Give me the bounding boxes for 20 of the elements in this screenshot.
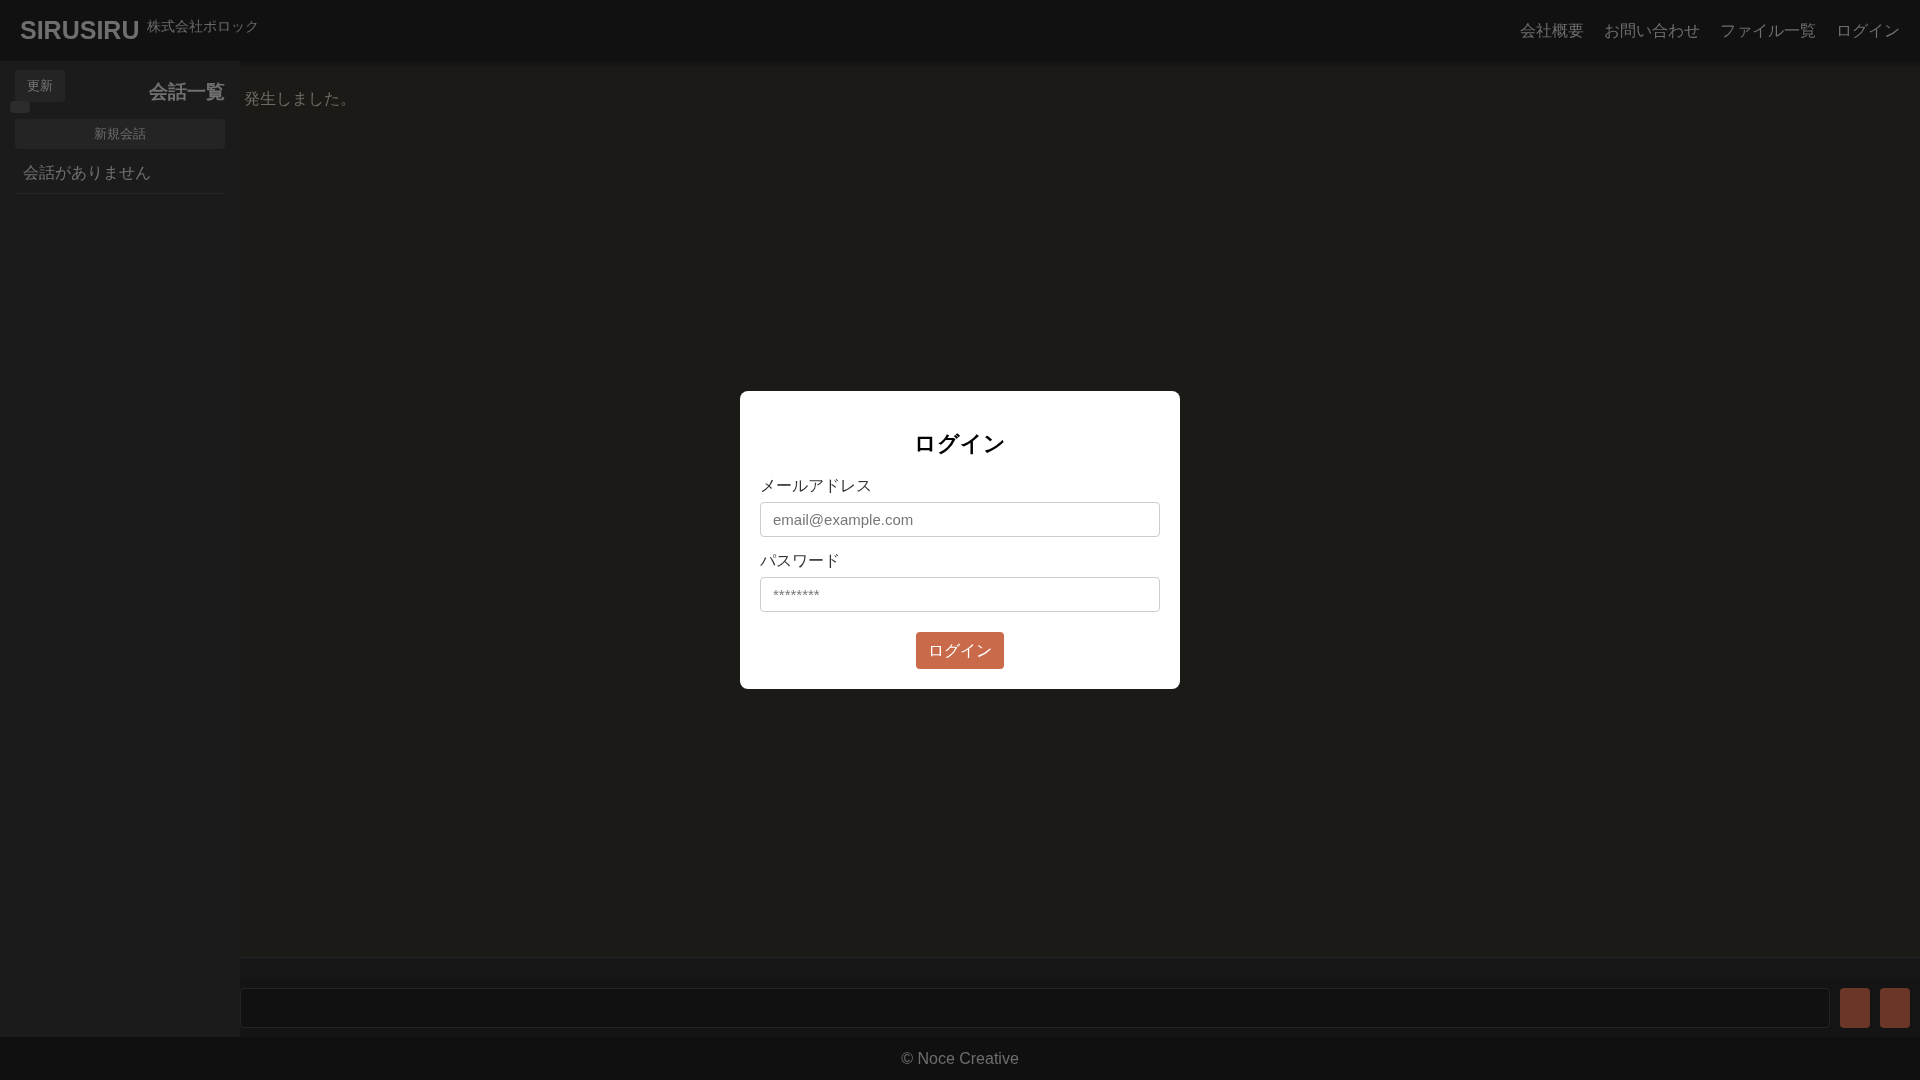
action-button[interactable] <box>1840 988 1870 1028</box>
nav-link[interactable]: 会社概要 <box>1520 18 1584 43</box>
input-field[interactable]: ******** <box>760 577 1160 612</box>
field-label: メールアドレス <box>760 476 873 496</box>
sidebar-title: 会話一覧 <box>149 80 225 104</box>
dialog-title: ログイン <box>913 430 1007 458</box>
error-message: 発生しました。 <box>244 90 356 107</box>
input-field[interactable]: email@example.com <box>760 502 1160 537</box>
refresh-button[interactable]: 更新 <box>15 70 65 102</box>
action-button[interactable] <box>1880 988 1910 1028</box>
nav-link[interactable]: ファイル一覧 <box>1720 18 1816 43</box>
copyright-text: © Noce Creative <box>901 1048 1019 1069</box>
new-conversation-button[interactable]: 新規会話 <box>15 118 225 149</box>
company-name: 株式会社ポロック <box>147 17 260 36</box>
nav-link[interactable]: お問い合わせ <box>1604 18 1700 43</box>
nav-link[interactable]: ログイン <box>1836 18 1900 43</box>
site-logo[interactable]: SIRUSIRU <box>20 11 140 50</box>
login-button[interactable]: ログイン <box>916 632 1004 669</box>
field-label: パスワード <box>760 551 841 571</box>
empty-list-message: 会話がありません <box>15 160 225 194</box>
